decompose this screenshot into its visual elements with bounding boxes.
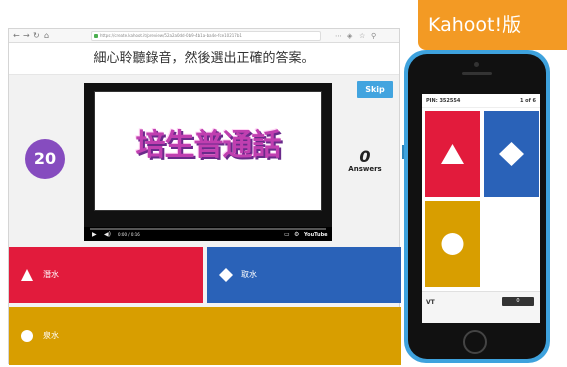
phone-header: PIN: 352554 1 of 6 bbox=[422, 94, 540, 108]
back-arrow-icon[interactable]: ← bbox=[13, 31, 20, 41]
countdown-timer: 20 bbox=[25, 139, 65, 179]
url-field[interactable]: https://create.kahoot.it/preview/52a2a0d… bbox=[91, 31, 321, 41]
skip-button[interactable]: Skip bbox=[357, 81, 393, 98]
circle-icon bbox=[441, 233, 464, 255]
triangle-icon bbox=[441, 144, 464, 164]
shield-icon[interactable]: ◈ bbox=[347, 31, 352, 41]
browser-window: ← → ↻ ⌂ https://create.kahoot.it/preview… bbox=[8, 28, 401, 365]
question-text: 細心聆聽錄音，然後選出正確的答案。 bbox=[9, 43, 399, 75]
answers-label: Answers bbox=[348, 165, 382, 173]
video-title-graphic: 培生普通話 bbox=[135, 128, 282, 163]
address-bar: ← → ↻ ⌂ https://create.kahoot.it/preview… bbox=[9, 29, 399, 43]
triangle-icon bbox=[21, 269, 33, 281]
brand-tag: Kahoot!版 bbox=[418, 0, 567, 50]
play-icon[interactable]: ▶ bbox=[92, 231, 97, 239]
video-controls: ▶ ◀) 0:00 / 0:16 ▭ ⚙ YouTube bbox=[84, 227, 332, 241]
circle-icon bbox=[21, 330, 33, 342]
star-icon[interactable]: ☆ bbox=[359, 31, 365, 41]
forward-arrow-icon[interactable]: → bbox=[23, 31, 30, 41]
lock-icon bbox=[94, 34, 98, 38]
menu-dots-icon[interactable]: ⋯ bbox=[335, 31, 342, 41]
volume-icon[interactable]: ◀) bbox=[104, 231, 111, 239]
reload-icon[interactable]: ↻ bbox=[33, 31, 40, 41]
question-main-area: Skip 20 0 Answers 培生普通話 ▶ ◀) 0:00 / 0:16… bbox=[9, 75, 399, 247]
phone-bezel: PIN: 352554 1 of 6 VT 0 bbox=[408, 54, 546, 359]
phone-answer-yellow[interactable] bbox=[425, 201, 480, 287]
phone-answer-red[interactable] bbox=[425, 111, 480, 197]
youtube-logo[interactable]: YouTube bbox=[304, 231, 328, 239]
diamond-icon bbox=[219, 268, 233, 282]
video-frame[interactable]: 培生普通話 bbox=[94, 91, 322, 211]
phone-mockup: PIN: 352554 1 of 6 VT 0 bbox=[402, 50, 550, 363]
answer-label-yellow: 泉水 bbox=[43, 331, 59, 340]
search-icon[interactable]: ⚲ bbox=[371, 31, 376, 41]
video-time: 0:00 / 0:16 bbox=[118, 232, 140, 237]
player-score: 0 bbox=[502, 297, 534, 306]
screenshot-stage: ← → ↻ ⌂ https://create.kahoot.it/preview… bbox=[0, 0, 567, 367]
phone-answer-blue[interactable] bbox=[484, 111, 539, 197]
answers-count: 0 bbox=[359, 147, 371, 166]
answer-label-red: 潛水 bbox=[43, 270, 59, 279]
url-text: https://create.kahoot.it/preview/52a2a0d… bbox=[100, 33, 242, 38]
answer-option-blue[interactable]: 取水 bbox=[207, 247, 401, 303]
home-icon[interactable]: ⌂ bbox=[44, 31, 49, 41]
video-progress-bar[interactable] bbox=[90, 228, 326, 230]
game-pin: PIN: 352554 bbox=[426, 98, 461, 104]
captions-icon[interactable]: ▭ bbox=[284, 231, 290, 239]
diamond-icon bbox=[499, 142, 524, 166]
phone-footer: VT 0 bbox=[422, 291, 540, 323]
answer-option-red[interactable]: 潛水 bbox=[9, 247, 203, 303]
camera-icon bbox=[474, 62, 479, 67]
answer-label-blue: 取水 bbox=[241, 270, 257, 279]
player-nickname: VT bbox=[426, 299, 435, 306]
phone-side-button bbox=[402, 145, 404, 159]
settings-gear-icon[interactable]: ⚙ bbox=[294, 231, 299, 239]
question-progress: 1 of 6 bbox=[519, 98, 536, 104]
speaker-grille bbox=[462, 72, 492, 75]
home-button[interactable] bbox=[463, 330, 487, 354]
answer-option-yellow[interactable]: 泉水 bbox=[9, 307, 401, 365]
video-player[interactable]: 培生普通話 ▶ ◀) 0:00 / 0:16 ▭ ⚙ YouTube bbox=[84, 83, 332, 241]
phone-screen: PIN: 352554 1 of 6 VT 0 bbox=[422, 94, 540, 323]
